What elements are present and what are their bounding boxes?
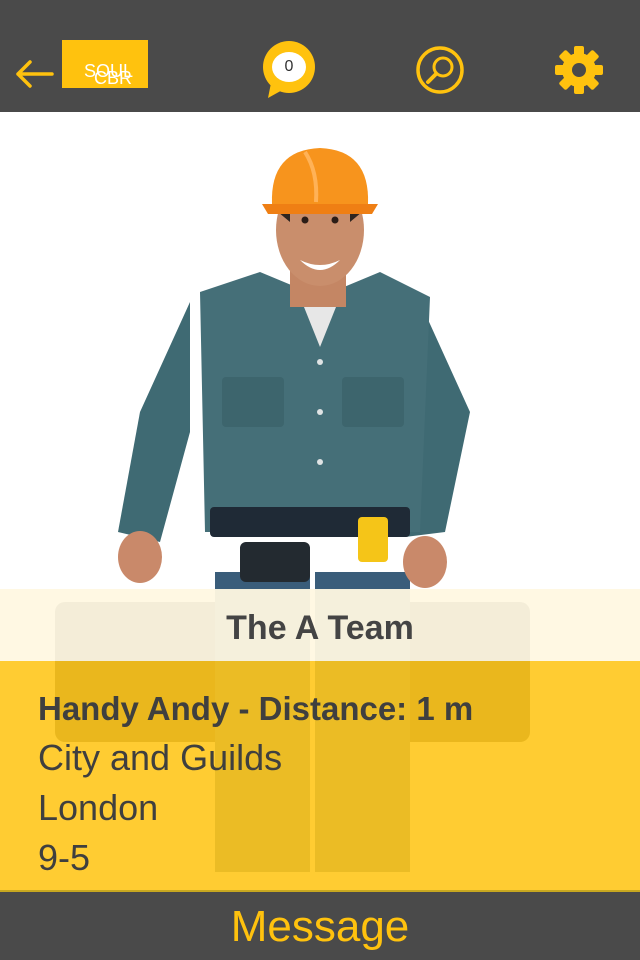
qualification: City and Guilds [38,737,283,778]
team-name-banner: The A Team [0,589,640,661]
team-name: The A Team [226,609,414,647]
unread-count-badge: 0 [284,58,294,75]
logo-text-bottom: CBR [94,68,133,88]
top-navigation-bar: SOUL CBR 0 [0,0,640,112]
message-button[interactable]: Message [0,890,640,960]
search-icon[interactable] [414,44,466,96]
gear-icon[interactable] [553,44,605,96]
profile-details-panel: Handy Andy - Distance: 1 m City and Guil… [0,661,640,890]
message-button-label: Message [230,902,410,951]
back-arrow-icon[interactable] [12,56,56,92]
name-and-distance: Handy Andy - Distance: 1 m [38,690,474,727]
app-logo[interactable]: SOUL CBR [62,40,148,88]
messages-button[interactable]: 0 [262,40,316,100]
location: London [38,787,159,828]
working-hours: 9-5 [38,837,91,878]
